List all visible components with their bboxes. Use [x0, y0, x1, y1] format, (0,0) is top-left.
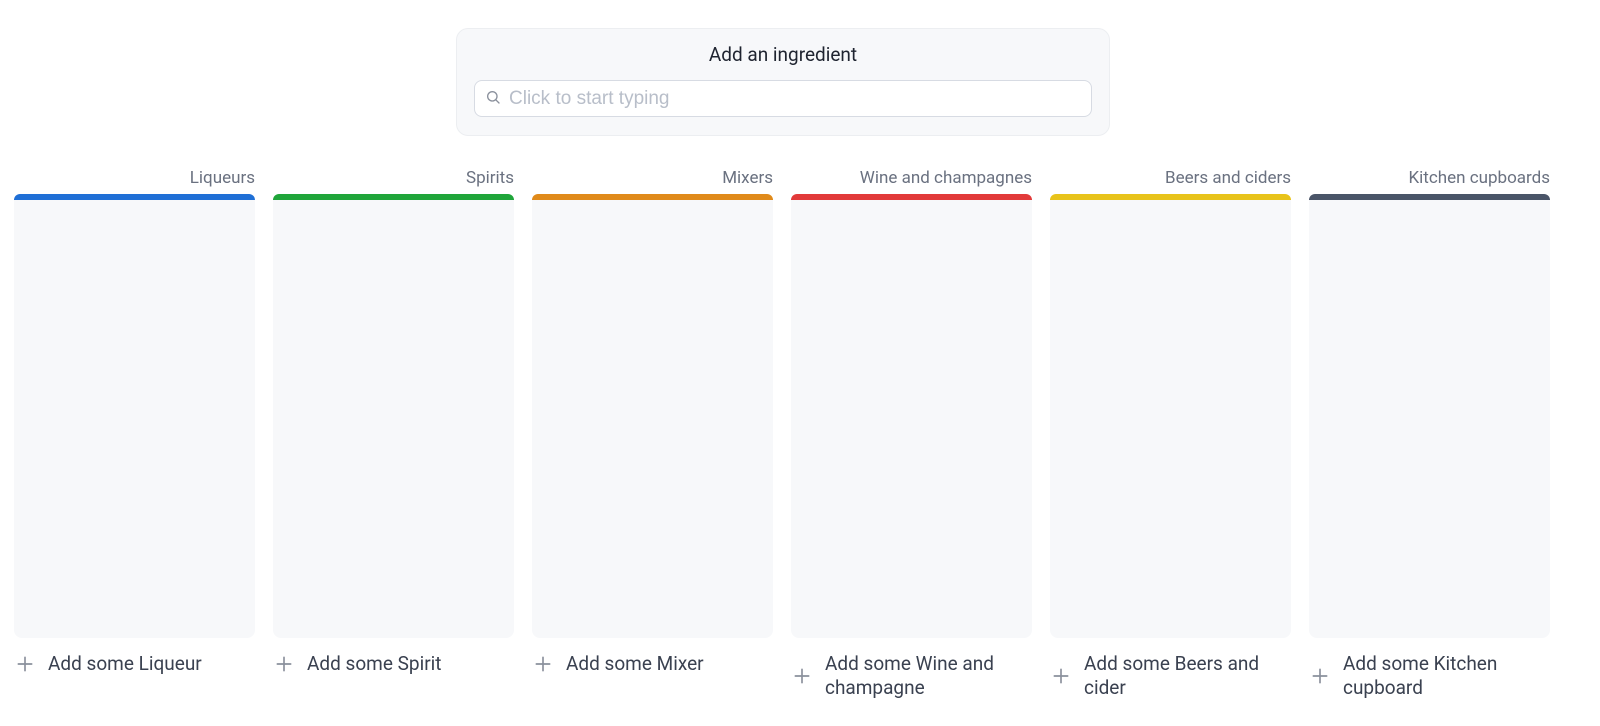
- category-column-mixers: Mixers Add some Mixer: [532, 168, 773, 700]
- plus-icon: [1050, 665, 1072, 687]
- category-body: [14, 200, 255, 638]
- category-title: Kitchen cupboards: [1309, 168, 1550, 188]
- add-button-label: Add some Wine and champagne: [825, 652, 1032, 700]
- category-title: Mixers: [532, 168, 773, 188]
- category-body: [1050, 200, 1291, 638]
- add-wine-champagne-button[interactable]: Add some Wine and champagne: [791, 652, 1032, 700]
- plus-icon: [14, 653, 36, 675]
- category-title: Wine and champagnes: [791, 168, 1032, 188]
- add-mixer-button[interactable]: Add some Mixer: [532, 652, 773, 676]
- add-button-label: Add some Liqueur: [48, 652, 202, 676]
- add-button-label: Add some Mixer: [566, 652, 704, 676]
- ingredient-search-input[interactable]: [509, 88, 1081, 110]
- category-columns: Liqueurs Add some Liqueur Spirits Add so…: [14, 168, 1586, 700]
- category-column-kitchen-cupboards: Kitchen cupboards Add some Kitchen cupbo…: [1309, 168, 1550, 700]
- plus-icon: [532, 653, 554, 675]
- add-spirit-button[interactable]: Add some Spirit: [273, 652, 514, 676]
- add-button-label: Add some Spirit: [307, 652, 441, 676]
- category-column-liqueurs: Liqueurs Add some Liqueur: [14, 168, 255, 700]
- plus-icon: [273, 653, 295, 675]
- add-ingredient-panel: Add an ingredient: [456, 28, 1110, 136]
- category-column-beers-ciders: Beers and ciders Add some Beers and cide…: [1050, 168, 1291, 700]
- search-input-container[interactable]: [474, 80, 1092, 117]
- plus-icon: [791, 665, 813, 687]
- plus-icon: [1309, 665, 1331, 687]
- category-title: Liqueurs: [14, 168, 255, 188]
- add-button-label: Add some Kitchen cupboard: [1343, 652, 1550, 700]
- category-body: [1309, 200, 1550, 638]
- search-icon: [485, 89, 509, 109]
- category-body: [791, 200, 1032, 638]
- category-title: Beers and ciders: [1050, 168, 1291, 188]
- category-column-wine-champagne: Wine and champagnes Add some Wine and ch…: [791, 168, 1032, 700]
- add-beers-cider-button[interactable]: Add some Beers and cider: [1050, 652, 1291, 700]
- category-body: [532, 200, 773, 638]
- add-button-label: Add some Beers and cider: [1084, 652, 1291, 700]
- category-body: [273, 200, 514, 638]
- add-ingredient-title: Add an ingredient: [709, 43, 857, 66]
- add-kitchen-cupboard-button[interactable]: Add some Kitchen cupboard: [1309, 652, 1550, 700]
- category-column-spirits: Spirits Add some Spirit: [273, 168, 514, 700]
- add-liqueur-button[interactable]: Add some Liqueur: [14, 652, 255, 676]
- category-title: Spirits: [273, 168, 514, 188]
